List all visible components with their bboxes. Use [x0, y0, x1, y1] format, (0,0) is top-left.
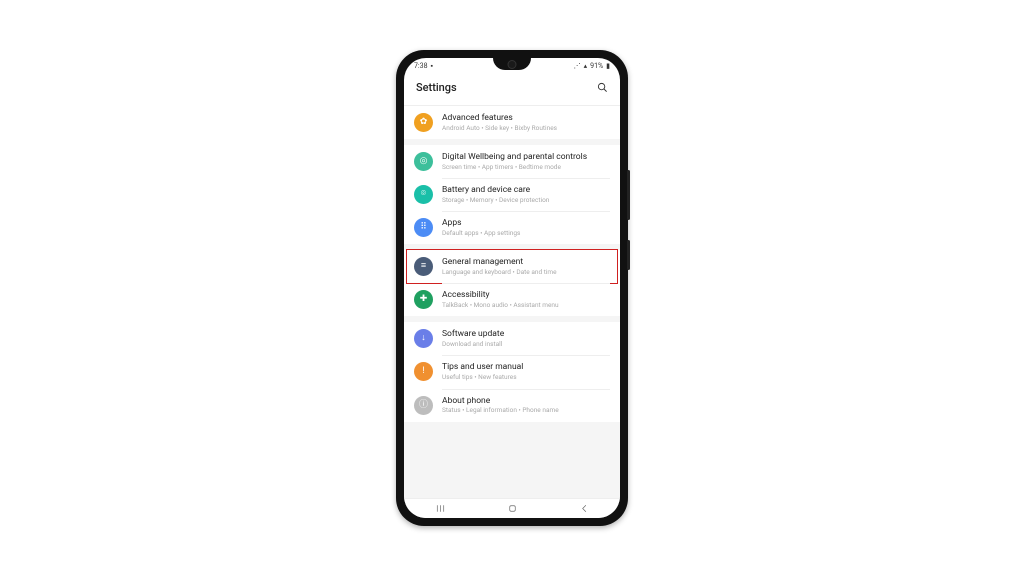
back-icon: [579, 503, 590, 514]
battery-icon: ▮: [606, 62, 610, 70]
settings-row-software-update[interactable]: ↓ Software update Download and install: [404, 322, 620, 355]
row-subtitle: Default apps • App settings: [442, 229, 610, 237]
row-title: Accessibility: [442, 290, 610, 301]
battery-care-icon: ⌾: [414, 185, 433, 204]
row-title: Digital Wellbeing and parental controls: [442, 152, 610, 163]
apps-icon: ⠿: [414, 218, 433, 237]
software-update-icon: ↓: [414, 329, 433, 348]
digital-wellbeing-icon: ◎: [414, 152, 433, 171]
signal-icon: ▴: [584, 62, 588, 70]
volume-button: [627, 170, 630, 220]
status-time: 7:38: [414, 62, 428, 70]
settings-row-digital-wellbeing[interactable]: ◎ Digital Wellbeing and parental control…: [404, 145, 620, 178]
row-subtitle: Screen time • App timers • Bedtime mode: [442, 163, 610, 171]
row-title: General management: [442, 257, 610, 268]
about-phone-icon: ⓘ: [414, 396, 433, 415]
row-subtitle: Language and keyboard • Date and time: [442, 268, 610, 276]
settings-list[interactable]: ✿ Advanced features Android Auto • Side …: [404, 106, 620, 498]
settings-row-general-management[interactable]: ≡ General management Language and keyboa…: [404, 250, 620, 283]
settings-row-about-phone[interactable]: ⓘ About phone Status • Legal information…: [404, 389, 620, 422]
settings-row-tips-manual[interactable]: ! Tips and user manual Useful tips • New…: [404, 355, 620, 388]
row-title: Software update: [442, 329, 610, 340]
settings-row-advanced-features[interactable]: ✿ Advanced features Android Auto • Side …: [404, 106, 620, 139]
phone-frame: 7:38 ▪ ⋰ ▴ 91% ▮ Settings ✿ Advanced f: [396, 50, 628, 526]
power-button: [627, 240, 630, 270]
settings-group: ◎ Digital Wellbeing and parental control…: [404, 145, 620, 244]
tips-icon: !: [414, 362, 433, 381]
row-title: Battery and device care: [442, 185, 610, 196]
home-button[interactable]: [507, 499, 518, 518]
general-management-icon: ≡: [414, 257, 433, 276]
home-icon: [507, 503, 518, 514]
settings-group: ≡ General management Language and keyboa…: [404, 250, 620, 316]
screen: 7:38 ▪ ⋰ ▴ 91% ▮ Settings ✿ Advanced f: [404, 58, 620, 518]
accessibility-icon: ✚: [414, 290, 433, 309]
settings-row-accessibility[interactable]: ✚ Accessibility TalkBack • Mono audio • …: [404, 283, 620, 316]
back-button[interactable]: [579, 499, 590, 518]
search-button[interactable]: [597, 78, 608, 97]
settings-row-battery-device-care[interactable]: ⌾ Battery and device care Storage • Memo…: [404, 178, 620, 211]
page-title: Settings: [416, 81, 457, 94]
row-title: Apps: [442, 218, 610, 229]
row-title: Tips and user manual: [442, 362, 610, 373]
row-subtitle: Storage • Memory • Device protection: [442, 196, 610, 204]
recents-button[interactable]: [435, 499, 446, 518]
row-subtitle: Status • Legal information • Phone name: [442, 406, 610, 414]
advanced-features-icon: ✿: [414, 113, 433, 132]
wifi-icon: ⋰: [574, 62, 581, 70]
camera-indicator-icon: ▪: [431, 62, 433, 70]
settings-group: ↓ Software update Download and install !…: [404, 322, 620, 421]
notch: [493, 58, 531, 70]
settings-group: ✿ Advanced features Android Auto • Side …: [404, 106, 620, 139]
settings-row-apps[interactable]: ⠿ Apps Default apps • App settings: [404, 211, 620, 244]
search-icon: [597, 82, 608, 93]
row-subtitle: Download and install: [442, 340, 610, 348]
row-subtitle: TalkBack • Mono audio • Assistant menu: [442, 301, 610, 309]
battery-percent: 91%: [590, 62, 603, 70]
app-header: Settings: [404, 72, 620, 106]
row-title: Advanced features: [442, 113, 610, 124]
navigation-bar: [404, 498, 620, 518]
recents-icon: [435, 503, 446, 514]
row-subtitle: Android Auto • Side key • Bixby Routines: [442, 124, 610, 132]
row-subtitle: Useful tips • New features: [442, 373, 610, 381]
row-title: About phone: [442, 396, 610, 407]
